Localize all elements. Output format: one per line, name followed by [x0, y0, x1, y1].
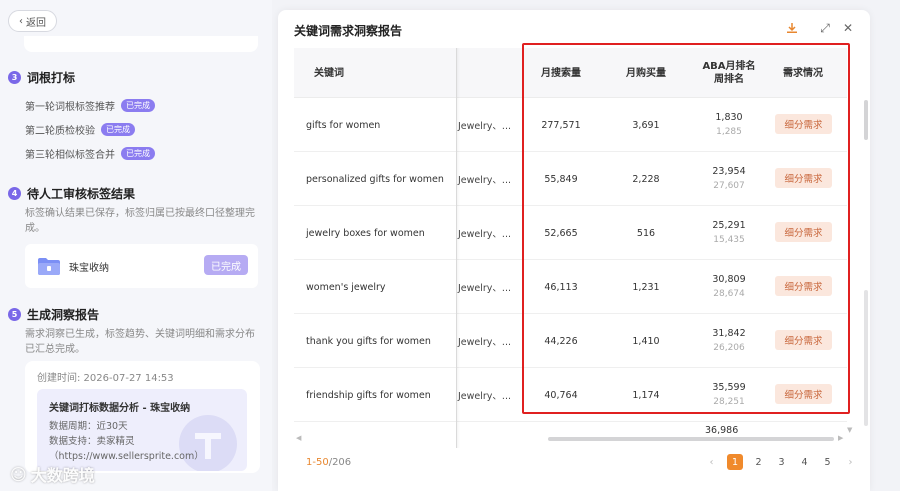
prev-page-icon[interactable]: ‹ — [700, 454, 723, 470]
chevron-left-icon: ‹ — [19, 15, 23, 27]
status-badge: 已完成 — [121, 99, 155, 112]
report-container: 创建时间: 2026-07-27 14:53 关键词打标数据分析 - 珠宝收纳 … — [25, 361, 260, 473]
category-cell: Jewelry、... — [458, 229, 511, 240]
watermark-text: 大数跨境 — [30, 466, 95, 485]
keyword-cell: friendship gifts for women — [306, 389, 431, 401]
report-logo-stem — [205, 433, 211, 459]
step-title: 词根打标 — [27, 71, 76, 85]
vertical-scrollbar-track[interactable] — [864, 290, 868, 426]
step-5: 5 生成洞察报告 — [8, 306, 99, 323]
keyword-cell: personalized gifts for women — [306, 173, 444, 185]
step-number: 4 — [8, 187, 21, 200]
completed-button[interactable]: 已完成 — [204, 255, 248, 275]
category-cell: Jewelry、... — [458, 391, 511, 402]
status-badge: 已完成 — [121, 147, 155, 160]
partial-row-aba: 36,986 — [705, 425, 739, 436]
category-cell: Jewelry、... — [458, 283, 511, 294]
page-range-total: /206 — [328, 457, 352, 468]
step-4: 4 待人工审核标签结果 — [8, 185, 135, 202]
keyword-cell: jewelry boxes for women — [306, 227, 425, 239]
tag-result-card[interactable]: 珠宝收纳 已完成 — [25, 244, 258, 288]
report-title: 关键词打标数据分析 - 珠宝收纳 — [49, 403, 191, 414]
horizontal-scrollbar[interactable] — [548, 437, 834, 441]
item-label: 第一轮词根标签推荐 — [25, 102, 115, 113]
header-keyword[interactable]: 关键词 — [294, 48, 364, 98]
back-label: 返回 — [26, 17, 46, 29]
step5-description: 需求洞察已生成，标签趋势、关键词明细和需求分布已汇总完成。 — [25, 329, 255, 355]
step-3: 3 词根打标 — [8, 69, 75, 86]
step3-item-2: 第二轮质检校验 已完成 — [25, 122, 135, 137]
page-5[interactable]: 5 — [816, 454, 839, 470]
page-1[interactable]: 1 — [727, 454, 743, 470]
report-card[interactable]: 关键词打标数据分析 - 珠宝收纳 数据周期：近30天 数据支持：卖家精灵 （ht… — [37, 389, 247, 471]
page-3[interactable]: 3 — [770, 454, 793, 470]
status-badge: 已完成 — [101, 123, 135, 136]
step4-description: 标签确认结果已保存，标签归属已按最终口径整理完成。 — [25, 208, 255, 234]
step3-item-3: 第三轮相似标签合并 已完成 — [25, 146, 155, 161]
step-number: 5 — [8, 308, 21, 321]
page-4[interactable]: 4 — [793, 454, 816, 470]
highlight-box — [522, 43, 850, 414]
step-number: 3 — [8, 71, 21, 84]
step3-item-1: 第一轮词根标签推荐 已完成 — [25, 98, 155, 113]
left-panel: ‹ 返回 3 词根打标 第一轮词根标签推荐 已完成 第二轮质检校验 已完成 第三… — [0, 0, 272, 491]
item-label: 第三轮相似标签合并 — [25, 150, 115, 161]
keyword-cell: gifts for women — [306, 119, 381, 131]
next-page-icon[interactable]: › — [839, 454, 862, 470]
report-support: 数据支持：卖家精灵 — [49, 436, 135, 447]
scroll-right-icon[interactable]: ▶ — [838, 434, 843, 442]
page-2[interactable]: 2 — [747, 454, 770, 470]
step-title: 生成洞察报告 — [27, 308, 100, 322]
item-label: 第二轮质检校验 — [25, 126, 95, 137]
scroll-left-icon[interactable]: ◀ — [296, 434, 301, 442]
page-range: 1-50/206 — [306, 457, 351, 468]
keyword-cell: women's jewelry — [306, 281, 386, 293]
scroll-down-icon[interactable]: ▼ — [847, 426, 852, 434]
report-url: （https://www.sellersprite.com） — [49, 451, 204, 462]
watermark: ☺ 大数跨境 — [10, 462, 95, 486]
card-label: 珠宝收纳 — [69, 262, 109, 274]
step-title: 待人工审核标签结果 — [27, 187, 136, 201]
watermark-logo-icon: ☺ — [10, 464, 27, 484]
close-icon[interactable]: ✕ — [840, 20, 856, 36]
keyword-cell: thank you gifts for women — [306, 335, 431, 347]
expand-icon[interactable]: ⤢ — [817, 20, 833, 36]
back-button[interactable]: ‹ 返回 — [8, 10, 57, 32]
previous-step-card — [24, 36, 258, 52]
modal-title: 关键词需求洞察报告 — [294, 24, 403, 38]
category-cell: Jewelry、... — [458, 175, 511, 186]
created-time: 创建时间: 2026-07-27 14:53 — [37, 373, 174, 384]
column-divider-shadow — [456, 48, 460, 448]
report-period: 数据周期：近30天 — [49, 421, 128, 432]
vertical-scrollbar[interactable] — [864, 100, 868, 140]
pagination: ‹ 1 2 3 4 5 › — [700, 454, 862, 470]
category-cell: Jewelry、... — [458, 121, 511, 132]
page-range-current: 1-50 — [306, 457, 329, 468]
download-icon[interactable] — [784, 20, 800, 36]
category-cell: Jewelry、... — [458, 337, 511, 348]
folder-icon — [37, 256, 61, 276]
